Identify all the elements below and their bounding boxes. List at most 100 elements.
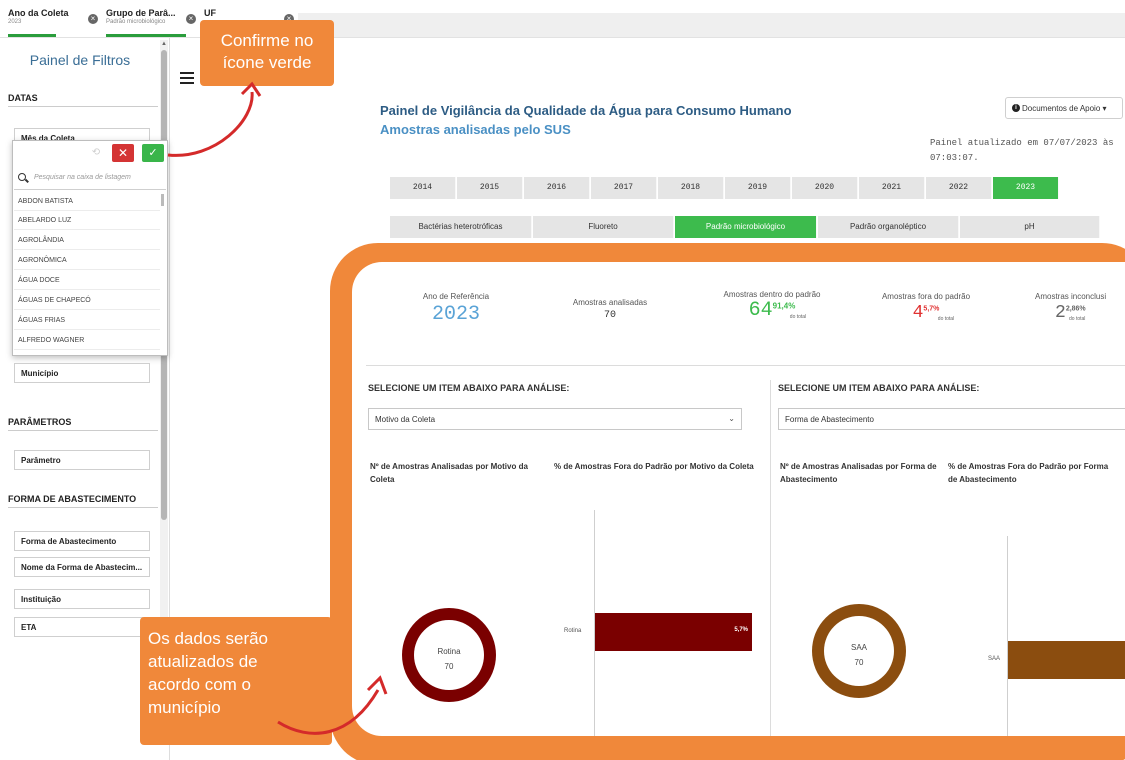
parameter-button[interactable]: Padrão organoléptico bbox=[818, 216, 959, 238]
left-select-title: SELECIONE UM ITEM ABAIXO PARA ANÁLISE: bbox=[368, 383, 570, 393]
callout-update: Os dados serão atualizados de acordo com… bbox=[140, 617, 332, 745]
chip-value: Padrão microbiológico bbox=[106, 19, 166, 25]
section-divider bbox=[8, 507, 158, 508]
filter-municipio[interactable]: Município bbox=[14, 363, 150, 383]
kpi-fora-padrao: Amostras fora do padrão 45,7% do total bbox=[866, 292, 986, 323]
parameter-button[interactable]: pH bbox=[960, 216, 1100, 238]
year-button-selected[interactable]: 2023 bbox=[993, 177, 1059, 199]
kpi-divider bbox=[366, 365, 1125, 366]
year-button[interactable]: 2022 bbox=[926, 177, 992, 199]
bar-chart-axis bbox=[1007, 536, 1008, 736]
kpi-label: Amostras analisadas bbox=[572, 298, 648, 307]
year-button[interactable]: 2015 bbox=[457, 177, 523, 199]
section-divider bbox=[8, 430, 158, 431]
filter-instituicao[interactable]: Instituição bbox=[14, 589, 150, 609]
right-analysis-dropdown[interactable]: Forma de Abastecimento bbox=[778, 408, 1125, 430]
kpi-label: Amostras inconclusi bbox=[1035, 292, 1107, 301]
chip-title: Ano da Coleta bbox=[8, 8, 69, 18]
arrow-to-confirm bbox=[167, 91, 254, 157]
filter-eta[interactable]: ETA bbox=[14, 617, 150, 637]
year-button[interactable]: 2016 bbox=[524, 177, 590, 199]
cancel-selection-button[interactable]: ✕ bbox=[112, 144, 134, 162]
update-line-1: Painel atualizado em 07/07/2023 às bbox=[930, 138, 1114, 148]
donut-center: SAA 70 bbox=[824, 616, 894, 686]
section-datas: DATAS bbox=[8, 93, 38, 103]
documentos-apoio-button[interactable]: i Documentos de Apoio ▾ bbox=[1005, 97, 1123, 119]
selection-indicator bbox=[106, 34, 186, 37]
bar-rotina[interactable]: 5,7% bbox=[595, 613, 752, 651]
documentos-apoio-label: Documentos de Apoio ▾ bbox=[1022, 104, 1107, 113]
bar-value: 5,7% bbox=[734, 627, 748, 633]
parameter-button-selected[interactable]: Padrão microbiológico bbox=[675, 216, 817, 238]
year-button[interactable]: 2014 bbox=[390, 177, 456, 199]
kpi-inconclusivas: Amostras inconclusi 22,86% do total bbox=[1035, 292, 1125, 323]
year-button[interactable]: 2021 bbox=[859, 177, 925, 199]
right-select-title: SELECIONE UM ITEM ABAIXO PARA ANÁLISE: bbox=[778, 383, 980, 393]
left-analysis-dropdown[interactable]: Motivo da Coleta ⌄ bbox=[368, 408, 742, 430]
menu-icon[interactable] bbox=[180, 72, 194, 84]
clear-list-icon[interactable]: ⟲ bbox=[86, 144, 106, 162]
kpi-value: 2023 bbox=[431, 303, 480, 326]
list-item[interactable]: ABDON BATISTA bbox=[14, 192, 160, 211]
kpi-label: Amostras fora do padrão bbox=[881, 292, 971, 301]
chip-value: 2023 bbox=[8, 19, 22, 25]
donut-label: Rotina bbox=[437, 647, 461, 656]
update-line-2: 07:03:07. bbox=[930, 153, 979, 163]
kpi-dentro-padrao: Amostras dentro do padrão 6491,4% do tot… bbox=[702, 290, 842, 322]
donut-chart-forma[interactable]: SAA 70 bbox=[812, 604, 906, 698]
year-button[interactable]: 2018 bbox=[658, 177, 724, 199]
callout-line: acordo com o bbox=[148, 675, 251, 694]
kpi-amostras-analisadas: Amostras analisadas 70 bbox=[550, 292, 670, 321]
list-item[interactable]: ALFREDO WAGNER bbox=[14, 331, 160, 350]
list-item[interactable]: ÁGUA DOCE bbox=[14, 271, 160, 290]
listbox-scrollbar[interactable] bbox=[161, 194, 164, 206]
kpi-percent: 2,86% bbox=[1065, 305, 1086, 313]
list-item[interactable]: AGROLÂNDIA bbox=[14, 231, 160, 250]
kpi-value: 64 bbox=[748, 299, 773, 322]
list-item[interactable]: ÁGUAS FRIAS bbox=[14, 311, 160, 330]
kpi-label: Amostras dentro do padrão bbox=[723, 290, 821, 299]
filter-forma-abastecimento[interactable]: Forma de Abastecimento bbox=[14, 531, 150, 551]
kpi-do-total: do total bbox=[1069, 316, 1086, 322]
kpi-ano-referencia: Ano de Referência 2023 bbox=[396, 292, 516, 326]
filter-parametro[interactable]: Parâmetro bbox=[14, 450, 150, 470]
clear-selection-icon[interactable]: × bbox=[88, 14, 98, 24]
donut-chart-motivo[interactable]: Rotina 70 bbox=[402, 608, 496, 702]
update-timestamp: Painel atualizado em 07/07/2023 às 07:03… bbox=[930, 136, 1120, 166]
selection-indicator bbox=[8, 34, 56, 37]
kpi-value: 4 bbox=[912, 303, 924, 323]
clear-selection-icon[interactable]: × bbox=[186, 14, 196, 24]
section-forma-abastecimento: FORMA DE ABASTECIMENTO bbox=[8, 494, 137, 504]
selection-chip-grupo[interactable]: Grupo de Parâ... Padrão microbiológico × bbox=[100, 0, 198, 38]
page-title: Painel de Vigilância da Qualidade da Águ… bbox=[380, 103, 792, 118]
selection-chip-ano[interactable]: Ano da Coleta 2023 × bbox=[2, 0, 100, 38]
selection-bar-empty-area bbox=[298, 13, 1125, 37]
list-item[interactable]: ABELARDO LUZ bbox=[14, 211, 160, 230]
chevron-down-icon: ⌄ bbox=[728, 414, 735, 423]
listbox-search-input[interactable]: Pesquisar na caixa de listagem bbox=[14, 168, 166, 190]
list-item[interactable]: ÁGUAS DE CHAPECÓ bbox=[14, 291, 160, 310]
kpi-value: 2 bbox=[1055, 303, 1066, 323]
section-divider bbox=[8, 106, 158, 107]
list-item[interactable]: AGRONÔMICA bbox=[14, 251, 160, 270]
year-button[interactable]: 2019 bbox=[725, 177, 791, 199]
scroll-up-icon[interactable]: ▲ bbox=[161, 41, 167, 47]
bar-saa[interactable] bbox=[1008, 641, 1125, 679]
parameter-button[interactable]: Fluoreto bbox=[533, 216, 674, 238]
column-divider bbox=[770, 380, 771, 736]
year-button[interactable]: 2020 bbox=[792, 177, 858, 199]
filter-nome-forma-abastecimento[interactable]: Nome da Forma de Abastecim... bbox=[14, 557, 150, 577]
kpi-label: Ano de Referência bbox=[422, 292, 490, 301]
year-button[interactable]: 2017 bbox=[591, 177, 657, 199]
confirm-selection-button[interactable]: ✓ bbox=[142, 144, 164, 162]
kpi-percent: 91,4% bbox=[772, 301, 796, 311]
chip-title: UF bbox=[204, 8, 216, 18]
donut-value: 70 bbox=[444, 662, 454, 671]
section-parametros: PARÂMETROS bbox=[8, 417, 72, 427]
bar-label: Rotina bbox=[564, 628, 582, 634]
dropdown-value: Motivo da Coleta bbox=[375, 415, 436, 424]
donut-center: Rotina 70 bbox=[414, 620, 484, 690]
donut-value: 70 bbox=[854, 658, 864, 667]
kpi-value: 70 bbox=[603, 310, 616, 321]
parameter-button[interactable]: Bactérias heterotróficas bbox=[390, 216, 532, 238]
